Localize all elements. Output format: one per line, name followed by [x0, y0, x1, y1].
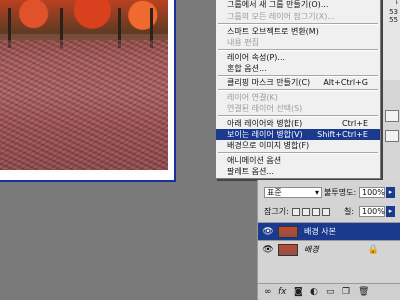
menu-item-palette-options[interactable]: 팔레트 옵션...	[216, 166, 380, 177]
lock-brush-icon[interactable]	[302, 208, 310, 216]
fill-slider-button[interactable]: ▸	[386, 206, 395, 217]
menu-item-label: 아래 레이어와 병합(E)	[227, 119, 303, 128]
opacity-label: 불투명도:	[324, 188, 357, 197]
menu-item-layer-properties[interactable]: 레이어 속성(P)...	[216, 52, 380, 63]
menu-item-select-linked[interactable]: 연결된 레이어 선택(S)	[216, 103, 380, 114]
menu-item-label: 클리핑 마스크 만들기(C)	[227, 78, 311, 87]
fallen-leaves	[0, 40, 168, 170]
layer-row[interactable]: 👁 배경 🔒	[258, 240, 400, 258]
opacity-input[interactable]: 100%	[359, 187, 385, 198]
eye-icon[interactable]: 👁	[262, 244, 274, 256]
fill-label: 칠:	[344, 207, 355, 216]
menu-item-merge-down[interactable]: 아래 레이어와 병합(E) Ctrl+E	[216, 118, 380, 129]
menu-item-label: 레이어 속성(P)...	[227, 53, 286, 62]
lock-label: 잠그기:	[264, 207, 289, 216]
menu-item-convert-smart-object[interactable]: 스마트 오브젝트로 변환(M)	[216, 26, 380, 37]
lock-all-icon[interactable]	[322, 208, 330, 216]
menu-item-animation-options[interactable]: 애니메이션 옵션	[216, 155, 380, 166]
menu-separator	[218, 49, 378, 51]
menu-separator	[218, 152, 378, 154]
layer-name: 배경	[304, 245, 319, 254]
layer-thumbnail	[278, 226, 298, 238]
panel-swatch[interactable]	[385, 110, 399, 122]
layers-footer: ∞ fx ◙ ◐ ▭ ❐ 🗑	[258, 283, 400, 300]
menu-item-label: 스마트 오브젝트로 변환(M)	[227, 27, 319, 36]
menu-separator	[218, 23, 378, 25]
lock-transparent-icon[interactable]	[292, 208, 300, 216]
layer-row[interactable]: 👁 배경 사본	[258, 222, 400, 240]
menu-item-link-layers[interactable]: 레이어 연결(K)	[216, 92, 380, 103]
layer-context-menu: 그룹에서 새 그룹 만들기(O)... 그룹의 모든 레이어 잠그기(X)...…	[215, 0, 381, 179]
menu-item-merge-visible[interactable]: 보이는 레이어 병합(V) Shift+Ctrl+E	[216, 129, 380, 140]
layers-panel: 표준 ▾ 불투명도: 100% ▸ 잠그기: 칠: 100% ▸ 👁 배경 사본…	[257, 180, 400, 300]
adjustment-icon[interactable]: ◐	[310, 287, 318, 297]
opacity-value: 100%	[362, 188, 385, 197]
chevron-right-icon: ▸	[388, 207, 393, 215]
menu-item-shortcut: Ctrl+E	[342, 119, 368, 128]
eye-icon[interactable]: 👁	[262, 226, 274, 238]
menu-item-clipping-mask[interactable]: 클리핑 마스크 만들기(C) Alt+Ctrl+G	[216, 77, 380, 88]
fill-input[interactable]: 100%	[359, 206, 385, 217]
menu-item-label: 보이는 레이어 병합(V)	[227, 130, 303, 139]
opacity-slider-button[interactable]: ▸	[386, 187, 395, 198]
menu-item-label: 그룹에서 새 그룹 만들기(O)...	[227, 0, 329, 9]
menu-separator	[218, 115, 378, 117]
lock-icon: 🔒	[367, 245, 379, 255]
side-panel	[381, 80, 400, 180]
autumn-photo	[0, 0, 168, 170]
menu-item-lock-all-layers[interactable]: 그룹의 모든 레이어 잠그기(X)...	[216, 11, 380, 22]
lock-move-icon[interactable]	[312, 208, 320, 216]
menu-item-label: 내용 편집	[227, 38, 259, 47]
trash-icon[interactable]: 🗑	[358, 287, 369, 297]
mask-icon[interactable]: ◙	[294, 287, 303, 297]
panel-swatch[interactable]	[385, 130, 399, 142]
folder-icon[interactable]: ▭	[326, 287, 335, 297]
chevron-down-icon: ▾	[314, 188, 319, 197]
menu-item-label: 팔레트 옵션...	[227, 167, 274, 176]
menu-item-shortcut: Shift+Ctrl+E	[317, 130, 368, 139]
new-layer-icon[interactable]: ❐	[342, 287, 350, 297]
menu-item-shortcut: Alt+Ctrl+G	[323, 78, 368, 87]
blend-mode-value: 표준	[267, 188, 282, 197]
chevron-right-icon: ▸	[388, 188, 393, 196]
menu-item-blending-options[interactable]: 혼합 옵션...	[216, 63, 380, 74]
menu-item-label: 그룹의 모든 레이어 잠그기(X)...	[227, 12, 335, 21]
blend-mode-select[interactable]: 표준 ▾	[264, 187, 322, 198]
menu-item-label: 애니메이션 옵션	[227, 156, 282, 165]
menu-item-label: 레이어 연결(K)	[227, 93, 278, 102]
menu-item-label: 연결된 레이어 선택(S)	[227, 104, 303, 113]
fill-value: 100%	[362, 207, 385, 216]
tree-canopy	[0, 0, 168, 34]
menu-item-label: 배경으로 이미지 병합(F)	[227, 141, 310, 150]
menu-item-edit-contents[interactable]: 내용 편집	[216, 37, 380, 48]
fx-icon[interactable]: fx	[278, 287, 287, 297]
menu-item-label: 혼합 옵션...	[227, 64, 267, 73]
menu-separator	[218, 89, 378, 91]
menu-item-new-group[interactable]: 그룹에서 새 그룹 만들기(O)...	[216, 0, 380, 10]
layer-thumbnail	[278, 244, 298, 256]
layer-name: 배경 사본	[304, 227, 336, 236]
menu-item-flatten-image[interactable]: 배경으로 이미지 병합(F)	[216, 140, 380, 151]
link-icon[interactable]: ∞	[264, 287, 272, 297]
document-canvas[interactable]	[0, 0, 176, 182]
